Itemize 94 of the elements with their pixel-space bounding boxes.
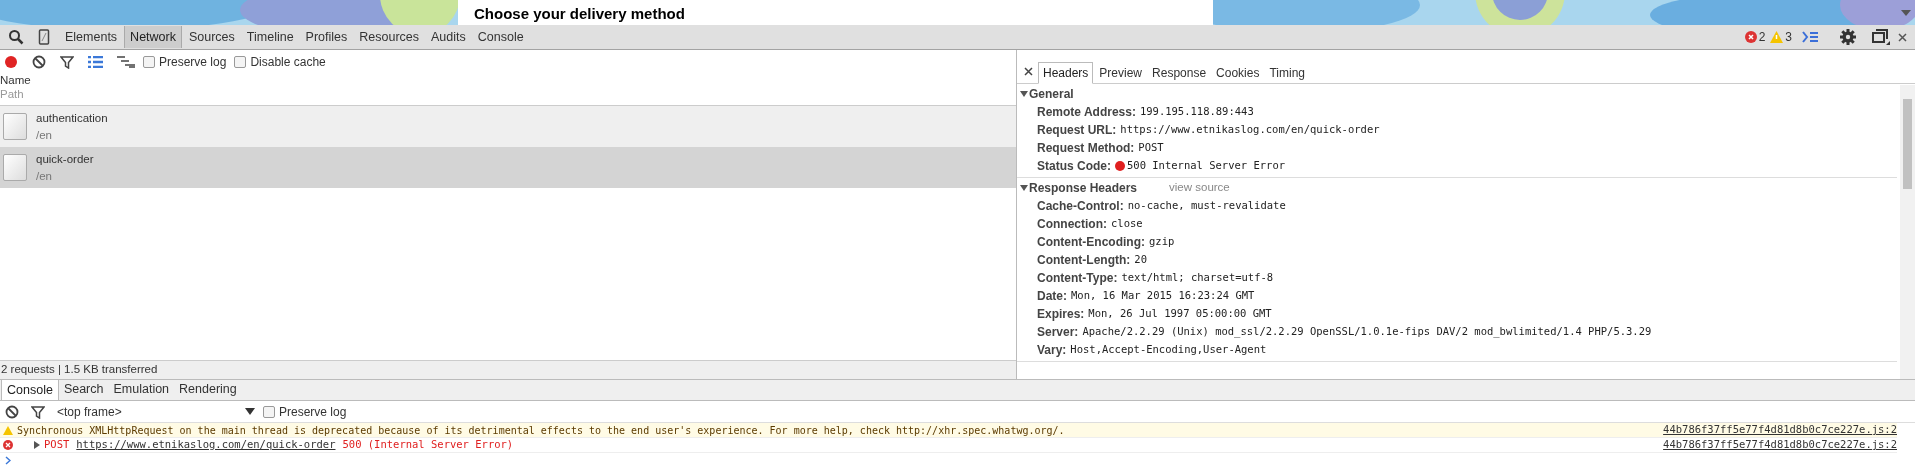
section-title[interactable]: General <box>1029 84 1074 103</box>
console-drawer-icon[interactable] <box>1802 31 1818 43</box>
warning-count: 3 <box>1785 29 1792 46</box>
error-icon <box>3 440 13 450</box>
header-name: Request URL: <box>1037 122 1117 139</box>
tab[interactable]: Console <box>1 379 59 400</box>
console-message: POST https://www.etnikaslog.com/en/quick-order 500 (Internal Server Error) <box>44 437 514 453</box>
request-name: quick-order <box>36 152 94 166</box>
search-icon[interactable] <box>8 29 24 45</box>
close-icon[interactable] <box>1898 32 1907 42</box>
page-heading: Choose your delivery method <box>474 4 685 24</box>
header-name: Cache-Control: <box>1037 198 1124 215</box>
filter-icon[interactable] <box>31 404 45 419</box>
request-path: /en <box>36 169 53 183</box>
header-value: no-cache, must-revalidate <box>1127 198 1286 214</box>
list-view-icon[interactable] <box>88 55 103 68</box>
close-icon[interactable] <box>1024 67 1033 76</box>
record-icon[interactable] <box>4 54 18 69</box>
error-icon[interactable] <box>1744 31 1757 43</box>
clear-icon[interactable] <box>5 404 19 419</box>
filter-icon[interactable] <box>60 54 74 69</box>
header-name: Content-Encoding: <box>1037 234 1145 251</box>
tab[interactable]: Emulation <box>108 379 175 400</box>
header-value: Mon, 16 Mar 2015 16:23:24 GMT <box>1071 288 1255 304</box>
expanded-triangle-icon[interactable] <box>1020 89 1028 98</box>
scrollbar[interactable] <box>1900 85 1915 379</box>
tab[interactable]: Preview <box>1095 62 1147 84</box>
tab[interactable]: Headers <box>1038 62 1094 84</box>
tab[interactable]: Network <box>124 26 182 48</box>
tab[interactable]: Elements <box>60 26 123 48</box>
view-source-link[interactable]: view source <box>1169 178 1230 197</box>
header-name: Vary: <box>1037 342 1067 359</box>
checkbox-label: Preserve log <box>159 53 227 71</box>
prompt-icon[interactable] <box>5 455 11 465</box>
header-name: Status Code: <box>1037 158 1111 175</box>
tab[interactable]: Timeline <box>241 26 299 48</box>
tab[interactable]: Response <box>1148 62 1211 84</box>
waterfall-icon[interactable] <box>117 55 135 68</box>
expand-triangle-icon[interactable] <box>33 441 40 449</box>
status-text: 2 requests | 1.5 KB transferred <box>1 362 158 378</box>
tab[interactable]: Search <box>58 379 109 400</box>
header-value: Mon, 26 Jul 1997 05:00:00 GMT <box>1088 306 1272 322</box>
tab[interactable]: Resources <box>354 26 425 48</box>
request-name: authentication <box>36 111 108 125</box>
source-link[interactable]: 44b786f37ff5e77f4d81d8b0c7ce227e.js:2 <box>1663 437 1897 453</box>
error-count: 2 <box>1758 29 1766 46</box>
checkbox[interactable] <box>263 405 275 418</box>
header-value: 500 Internal Server Error <box>1127 158 1286 174</box>
header-name: Content-Type: <box>1037 270 1118 287</box>
request-path: /en <box>36 128 53 142</box>
column-header[interactable]: Name <box>0 73 1016 87</box>
header-name: Expires: <box>1037 306 1085 323</box>
header-value: https://www.etnikaslog.com/en/quick-order <box>1120 122 1380 138</box>
section-title[interactable]: Response Headers <box>1029 178 1138 197</box>
checkbox[interactable] <box>143 55 155 68</box>
header-name: Request Method: <box>1037 140 1135 157</box>
expanded-triangle-icon[interactable] <box>1020 183 1028 192</box>
console-message: Synchronous XMLHttpRequest on the main thread is deprecated because of its detrimental effects to the end user's experience. For more help, check http://xhr.spec.whatwg.org/. <box>17 423 1065 438</box>
tab[interactable]: Rendering <box>174 379 242 400</box>
tab[interactable]: Cookies <box>1212 62 1264 84</box>
checkbox-label: Disable cache <box>250 53 326 71</box>
file-icon <box>3 154 27 181</box>
header-value: 199.195.118.89:443 <box>1139 104 1254 120</box>
header-value: POST <box>1138 140 1164 156</box>
tab[interactable]: Timing <box>1265 62 1309 84</box>
header-name: Connection: <box>1037 216 1107 233</box>
mobile-device-icon[interactable] <box>38 29 50 45</box>
header-value: 20 <box>1134 252 1147 268</box>
header-value: Host,Accept-Encoding,User-Agent <box>1070 342 1267 358</box>
settings-icon[interactable] <box>1840 29 1856 45</box>
tab[interactable]: Sources <box>183 26 240 48</box>
header-name: Date: <box>1037 288 1067 305</box>
header-name: Server: <box>1037 324 1079 341</box>
header-value: close <box>1111 216 1143 232</box>
context-dropdown[interactable]: <top frame> <box>57 402 257 421</box>
clear-icon[interactable] <box>32 54 46 69</box>
scroll-down-icon[interactable] <box>1901 10 1911 16</box>
request-row[interactable]: quick-order /en <box>0 147 1016 188</box>
file-icon <box>3 113 27 140</box>
header-name: Remote Address: <box>1037 104 1136 121</box>
header-value: Apache/2.2.29 (Unix) mod_ssl/2.2.29 OpenSSL/1.0.1e-fips DAV/2 mod_bwlimited/1.4 PHP/5.3.29 <box>1082 324 1652 340</box>
header-name: Content-Length: <box>1037 252 1131 269</box>
dock-icon[interactable] <box>1872 29 1890 45</box>
tab[interactable]: Profiles <box>300 26 353 48</box>
warning-icon <box>3 425 13 435</box>
checkbox[interactable] <box>234 55 247 68</box>
header-value: text/html; charset=utf-8 <box>1121 270 1274 286</box>
source-link[interactable]: 44b786f37ff5e77f4d81d8b0c7ce227e.js:2 <box>1663 423 1897 438</box>
request-row[interactable]: authentication /en <box>0 106 1016 147</box>
tab[interactable]: Audits <box>426 26 471 48</box>
tab[interactable]: Console <box>472 26 529 48</box>
checkbox-label: Preserve log <box>279 403 347 421</box>
url-link[interactable]: https://www.etnikaslog.com/en/quick-order <box>76 437 336 453</box>
header-value: gzip <box>1149 234 1175 250</box>
